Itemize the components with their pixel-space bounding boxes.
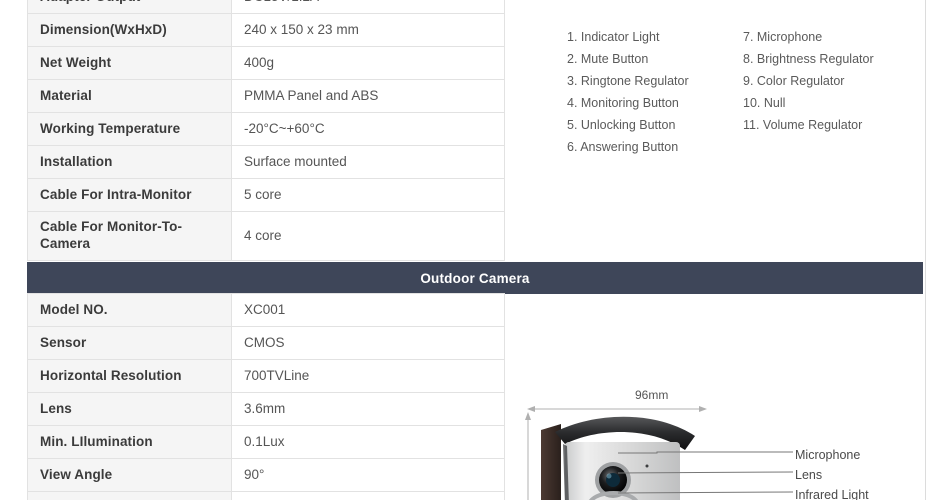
monitor-feature-legend: 1. Indicator Light 7. Microphone 2. Mute… — [567, 26, 917, 158]
table-row: Material PMMA Panel and ABS — [27, 79, 505, 113]
spec-value: 4 core — [231, 211, 505, 261]
legend-item: 9. Color Regulator — [743, 74, 845, 88]
legend-item: 11. Volume Regulator — [743, 118, 863, 132]
product-spec-page: Adapter Output DC15V/1.2A Dimension(WxHx… — [0, 0, 950, 500]
spec-key: Min. LIlumination — [27, 425, 232, 459]
legend-item: 5. Unlocking Button — [567, 118, 676, 132]
height-dimension-arrow-icon — [525, 412, 531, 500]
legend-item: 4. Monitoring Button — [567, 96, 679, 110]
spec-value: 90° — [231, 458, 505, 492]
spec-value: DC15V/1.2A — [231, 0, 505, 14]
table-row: Min. LIlumination 0.1Lux — [27, 425, 505, 459]
spec-value: 400g — [231, 46, 505, 80]
legend-item: 6. Answering Button — [567, 140, 679, 154]
section-header-outdoor-camera: Outdoor Camera — [27, 262, 923, 294]
camera-spec-table: Model NO. XC001 Sensor CMOS Horizontal R… — [27, 293, 505, 500]
spec-value — [231, 491, 505, 500]
spec-value: PMMA Panel and ABS — [231, 79, 505, 113]
spec-value: 3.6mm — [231, 392, 505, 426]
legend-item: 7. Microphone — [743, 30, 823, 44]
callout-label-infrared-light: Infrared Light — [795, 488, 869, 500]
table-row: Lens 3.6mm — [27, 392, 505, 426]
callout-label-lens: Lens — [795, 468, 823, 482]
spec-value: 700TVLine — [231, 359, 505, 393]
camera-width-dimension: 96mm — [635, 388, 669, 402]
section-header-label: Outdoor Camera — [420, 270, 530, 286]
legend-item: 1. Indicator Light — [567, 30, 660, 44]
spec-key: Material — [27, 79, 232, 113]
spec-key: View Angle — [27, 458, 232, 492]
table-row: Horizontal Resolution 700TVLine — [27, 359, 505, 393]
spec-key: Adapter Output — [27, 0, 232, 14]
spec-key: Working Temperature — [27, 112, 232, 146]
spec-value: CMOS — [231, 326, 505, 360]
legend-item: 3. Ringtone Regulator — [567, 74, 689, 88]
monitor-product-image: Share with Delight 23mm — [505, 0, 925, 20]
spec-value: 0.1Lux — [231, 425, 505, 459]
table-row: Cable For Intra-Monitor 5 core — [27, 178, 505, 212]
spec-key — [27, 491, 232, 500]
spec-key: Cable For Monitor-To-Camera — [27, 211, 232, 261]
table-row: Adapter Output DC15V/1.2A — [27, 0, 505, 14]
spec-key: Sensor — [27, 326, 232, 360]
spec-key: Net Weight — [27, 46, 232, 80]
spec-key: Horizontal Resolution — [27, 359, 232, 393]
legend-item: 2. Mute Button — [567, 52, 649, 66]
spec-key: Cable For Intra-Monitor — [27, 178, 232, 212]
page-right-divider — [925, 0, 926, 500]
spec-key: Installation — [27, 145, 232, 179]
legend-item — [743, 136, 917, 158]
table-row: Installation Surface mounted — [27, 145, 505, 179]
spec-key: Lens — [27, 392, 232, 426]
table-row: Dimension(WxHxD) 240 x 150 x 23 mm — [27, 13, 505, 47]
table-row: Working Temperature -20°C~+60°C — [27, 112, 505, 146]
table-row: View Angle 90° — [27, 458, 505, 492]
table-row: Model NO. XC001 — [27, 293, 505, 327]
legend-item: 10. Null — [743, 96, 786, 110]
spec-value: -20°C~+60°C — [231, 112, 505, 146]
callout-leader-lines-icon — [617, 451, 794, 494]
legend-item: 8. Brightness Regulator — [743, 52, 874, 66]
table-row: Cable For Monitor-To-Camera 4 core — [27, 211, 505, 261]
spec-value: Surface mounted — [231, 145, 505, 179]
table-row: Sensor CMOS — [27, 326, 505, 360]
spec-value: 240 x 150 x 23 mm — [231, 13, 505, 47]
spec-value: 5 core — [231, 178, 505, 212]
monitor-spec-table: Adapter Output DC15V/1.2A Dimension(WxHx… — [27, 0, 505, 261]
spec-key: Dimension(WxHxD) — [27, 13, 232, 47]
table-row — [27, 491, 505, 500]
table-row: Net Weight 400g — [27, 46, 505, 80]
outdoor-camera-illustration: 96mm Microphone Lens Infrared Light — [505, 380, 925, 500]
spec-value: XC001 — [231, 293, 505, 327]
callout-label-microphone: Microphone — [795, 448, 861, 462]
spec-key: Model NO. — [27, 293, 232, 327]
